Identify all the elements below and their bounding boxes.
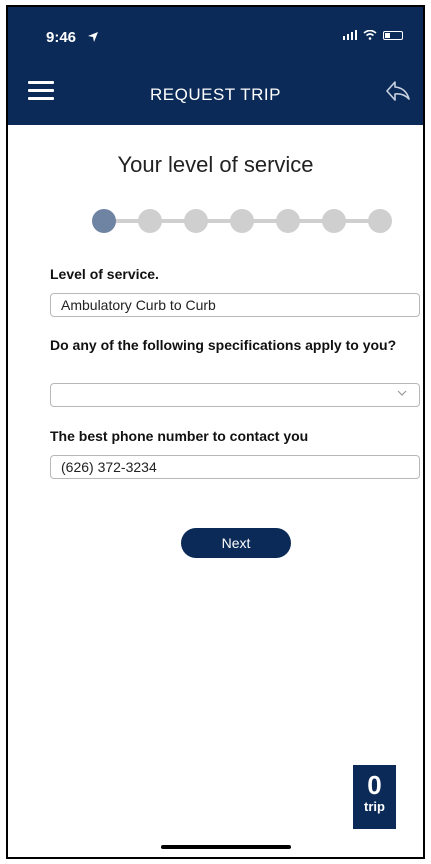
status-time: 9:46 — [46, 29, 77, 46]
step-dot-4 — [230, 209, 254, 233]
specifications-dropdown[interactable] — [50, 383, 420, 407]
step-dot-7 — [368, 209, 392, 233]
section-heading: Your level of service — [117, 152, 314, 177]
navigation-bar: REQUEST TRIP — [8, 57, 423, 125]
home-indicator — [161, 845, 291, 849]
next-button[interactable]: Next — [181, 528, 291, 558]
trip-count-badge[interactable]: 0 trip — [351, 763, 398, 831]
progress-stepper — [92, 209, 392, 233]
cellular-signal-icon — [343, 30, 357, 40]
trip-label: trip — [364, 799, 385, 814]
step-dot-1 — [92, 209, 116, 233]
phone-frame: 9:46 REQUEST TRIP Your level of service — [6, 5, 425, 859]
back-arrow-icon[interactable] — [385, 79, 411, 103]
step-dot-2 — [138, 209, 162, 233]
step-dot-3 — [184, 209, 208, 233]
location-arrow-icon — [88, 32, 98, 42]
status-bar: 9:46 — [8, 7, 423, 57]
wifi-icon — [363, 30, 377, 40]
specifications-label: Do any of the following specifications a… — [50, 337, 397, 353]
status-icons — [343, 30, 403, 40]
level-of-service-field[interactable]: Ambulatory Curb to Curb — [50, 293, 420, 317]
phone-number-field[interactable]: (626) 372-3234 — [50, 455, 420, 479]
trip-count: 0 — [367, 770, 382, 800]
chevron-down-icon — [397, 390, 407, 396]
battery-icon — [383, 30, 403, 40]
step-dot-5 — [276, 209, 300, 233]
level-of-service-label: Level of service. — [50, 266, 159, 282]
page-title: REQUEST TRIP — [149, 85, 281, 104]
step-dot-6 — [322, 209, 346, 233]
phone-label: The best phone number to contact you — [50, 428, 309, 444]
